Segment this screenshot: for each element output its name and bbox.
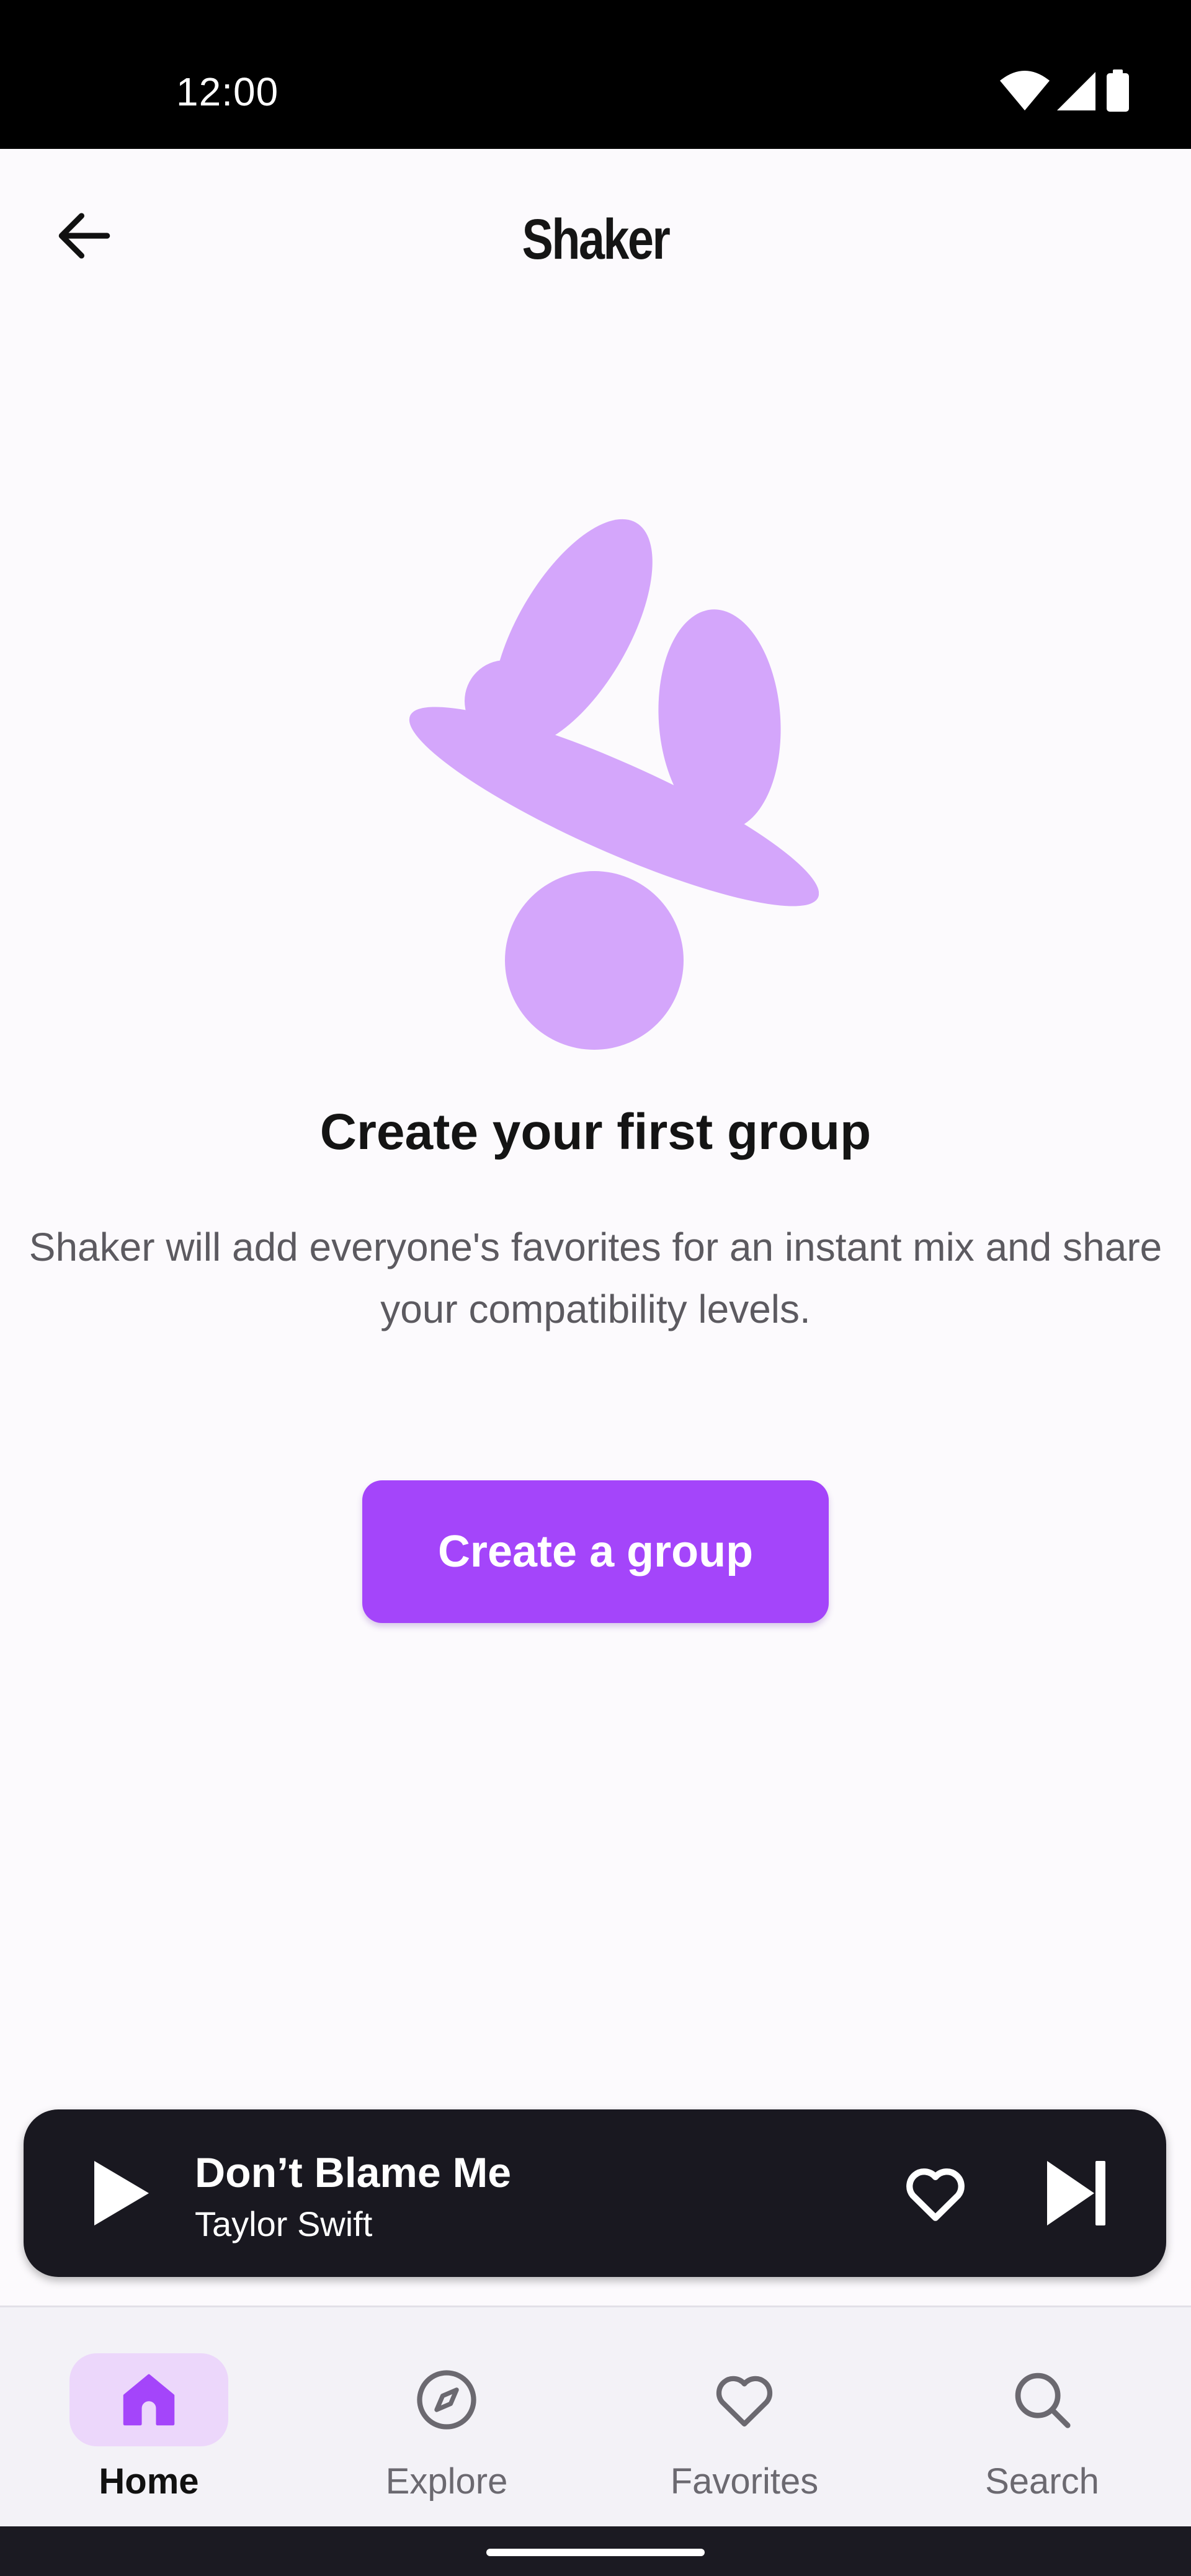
cellular-signal-icon — [1057, 72, 1095, 110]
nav-item-favorites[interactable]: Favorites — [596, 2338, 893, 2502]
abstract-shapes-illustration — [409, 519, 819, 1050]
battery-icon — [1107, 69, 1129, 112]
nav-label-favorites: Favorites — [670, 2461, 819, 2502]
track-title: Don’t Blame Me — [195, 2149, 512, 2196]
mini-player[interactable]: Don’t Blame Me Taylor Swift — [24, 2109, 1166, 2277]
empty-state-title: Create your first group — [319, 1104, 872, 1160]
home-icon — [123, 2374, 175, 2426]
track-artist: Taylor Swift — [195, 2204, 373, 2243]
top-app-bar: Shaker — [0, 149, 1191, 329]
status-bar: 12:00 — [0, 0, 1191, 149]
nav-icon-container — [665, 2353, 824, 2446]
bottom-navigation: Home Explore Favorites Search — [0, 2305, 1191, 2528]
empty-state-description: Shaker will add everyone's favorites for… — [29, 1225, 1162, 1331]
search-icon — [1015, 2373, 1071, 2428]
gesture-handle[interactable] — [486, 2549, 705, 2556]
nav-label-search: Search — [985, 2461, 1099, 2502]
create-group-button[interactable]: Create a group — [362, 1480, 829, 1623]
skip-next-icon — [1047, 2161, 1105, 2225]
play-icon — [94, 2161, 149, 2225]
app-screen: 12:00 Shaker Create your first group Sha… — [0, 0, 1191, 2576]
gesture-navigation-bar — [0, 2526, 1191, 2576]
nav-item-home[interactable]: Home — [0, 2338, 298, 2502]
nav-label-explore: Explore — [385, 2461, 508, 2502]
nav-label-home: Home — [99, 2461, 199, 2502]
skip-next-button[interactable] — [1030, 2147, 1123, 2240]
heart-outline-icon — [906, 2168, 965, 2221]
app-title: Shaker — [522, 208, 671, 271]
play-button[interactable] — [73, 2147, 166, 2240]
like-button[interactable] — [892, 2150, 979, 2237]
compass-icon — [417, 2370, 476, 2430]
nav-active-indicator — [69, 2353, 228, 2446]
status-icons — [1000, 69, 1136, 113]
nav-item-explore[interactable]: Explore — [298, 2338, 596, 2502]
status-time: 12:00 — [176, 69, 279, 114]
heart-icon — [716, 2376, 773, 2427]
nav-item-search[interactable]: Search — [893, 2338, 1191, 2502]
nav-icon-container — [367, 2353, 526, 2446]
wifi-icon — [1000, 71, 1050, 110]
nav-icon-container — [963, 2353, 1122, 2446]
